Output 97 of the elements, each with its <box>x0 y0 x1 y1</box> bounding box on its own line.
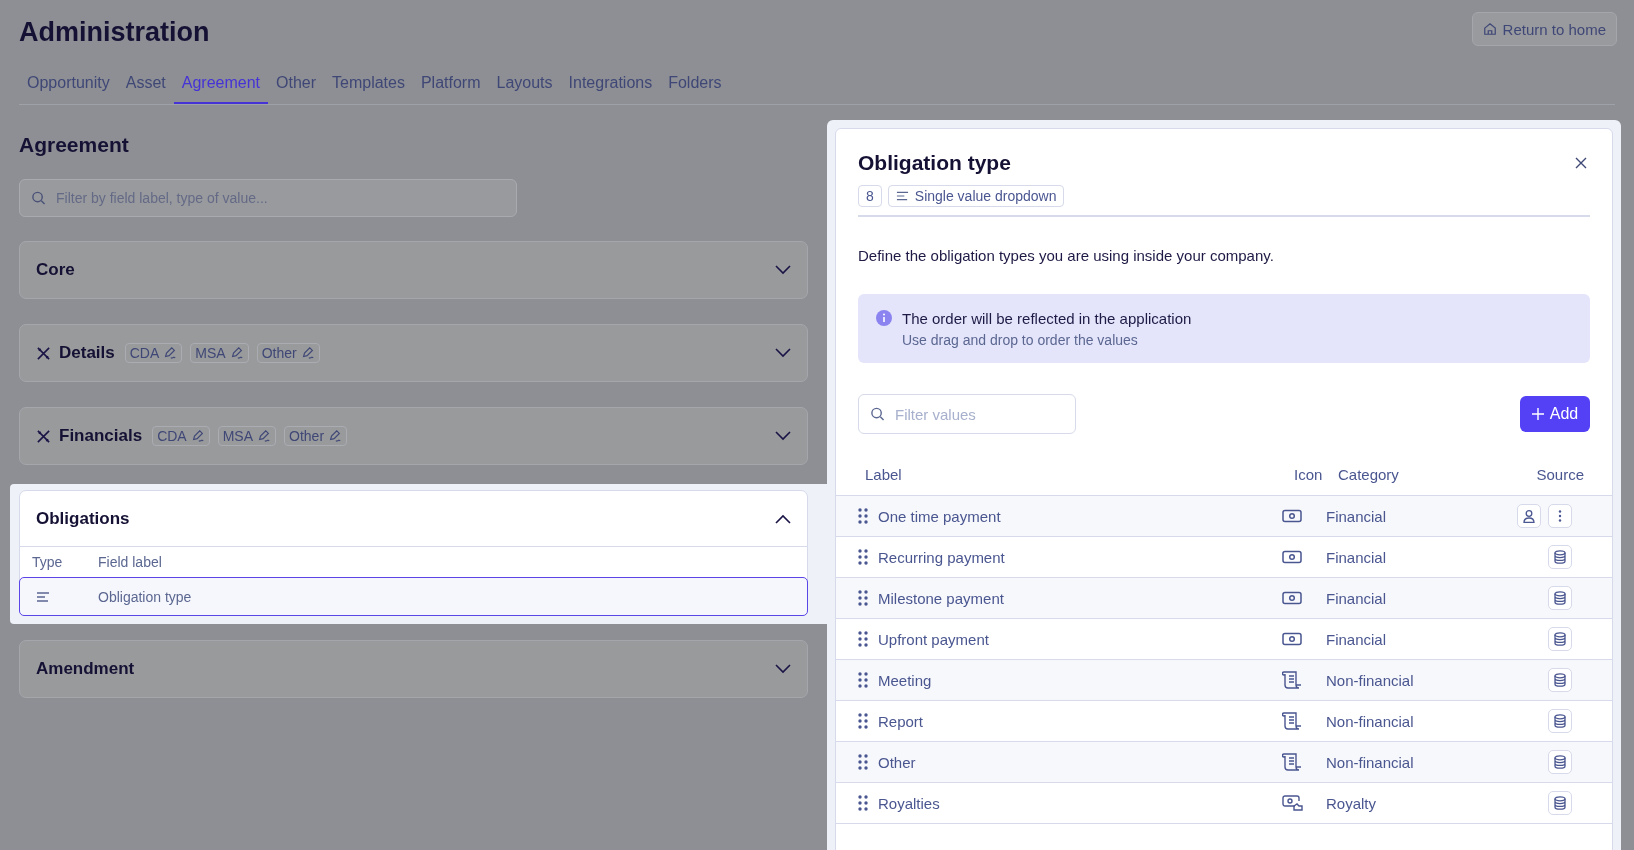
database-icon <box>1553 550 1567 564</box>
value-label: Meeting <box>878 671 932 689</box>
list-icon <box>895 191 909 201</box>
user-icon <box>1522 509 1536 523</box>
drag-handle-icon[interactable] <box>858 672 868 688</box>
section-card[interactable]: Core <box>19 241 808 299</box>
column-header: Label <box>864 465 903 483</box>
value-label: Other <box>878 753 916 771</box>
table-row[interactable]: Royalties Royalty <box>836 783 1612 824</box>
section-heading: Core <box>36 260 75 280</box>
column-header: Source <box>1535 465 1585 483</box>
section-card[interactable]: Amendment <box>19 640 808 698</box>
banknote-icon <box>1282 591 1302 605</box>
table-row[interactable]: Other Non-financial <box>836 742 1612 783</box>
contract-tag: Other <box>256 343 320 363</box>
column-header: Category <box>1338 465 1400 483</box>
value-label: Report <box>878 712 924 730</box>
value-label: Milestone payment <box>878 589 1004 607</box>
database-icon <box>1553 714 1567 728</box>
type-chip: Single value dropdown <box>887 185 1065 207</box>
signature-icon <box>229 346 244 360</box>
count-badge: 8 <box>858 185 882 207</box>
banknote-icon <box>1282 632 1302 646</box>
plus-icon <box>1531 408 1544 420</box>
field-label: Obligation type <box>98 588 192 605</box>
page-title: Administration <box>19 16 210 48</box>
category-text: Financial <box>1326 548 1388 566</box>
scroll-icon <box>1282 753 1302 771</box>
drag-handle-icon[interactable] <box>858 754 868 770</box>
signature-icon <box>190 429 205 443</box>
add-button[interactable]: Add <box>1520 396 1590 432</box>
more-menu-button[interactable] <box>1548 504 1572 528</box>
column-header: Field label <box>98 554 162 570</box>
section-heading: Details <box>59 343 115 363</box>
contract-tag: MSA <box>190 343 249 363</box>
category-text: Non-financial <box>1326 712 1415 730</box>
category-text: Royalty <box>1326 794 1378 812</box>
database-icon <box>1553 591 1567 605</box>
category-text: Financial <box>1326 589 1388 607</box>
drag-handle-icon[interactable] <box>858 549 868 565</box>
section-card[interactable]: Financials CDA MSA Other <box>19 407 808 465</box>
category-text: Non-financial <box>1326 753 1415 771</box>
signature-icon <box>257 429 272 443</box>
chevron-down-icon[interactable] <box>775 431 791 441</box>
database-icon <box>1553 632 1567 646</box>
section-title: Agreement <box>19 133 130 157</box>
banknote-icon <box>1282 509 1302 523</box>
chevron-down-icon[interactable] <box>775 265 791 275</box>
chevron-down-icon[interactable] <box>775 348 791 358</box>
value-label: Upfront payment <box>878 630 989 648</box>
contract-tag: CDA <box>152 426 210 446</box>
banknote-hand-icon <box>1282 795 1304 811</box>
more-icon <box>1558 510 1562 522</box>
filter-field[interactable]: Filter values <box>858 394 1076 434</box>
value-label: Royalties <box>878 794 940 812</box>
contract-tag: Other <box>284 426 348 446</box>
drag-handle-icon[interactable] <box>858 590 868 606</box>
drag-handle-icon[interactable] <box>858 631 868 647</box>
close-icon[interactable] <box>1575 157 1587 169</box>
column-header: Icon <box>1294 465 1324 483</box>
chevron-up-icon[interactable] <box>775 513 791 524</box>
signature-icon <box>328 429 343 443</box>
panel-description: Define the obligation types you are using inside your company. <box>858 247 1275 264</box>
home-icon <box>1482 22 1497 36</box>
table-row[interactable]: Meeting Non-financial <box>836 660 1612 701</box>
value-label: Recurring payment <box>878 548 1005 566</box>
table-row[interactable]: Milestone payment Financial <box>836 578 1612 619</box>
database-icon <box>1553 673 1567 687</box>
category-text: Non-financial <box>1326 671 1415 689</box>
database-icon <box>1553 755 1567 769</box>
column-header: Type <box>31 554 64 570</box>
table-row[interactable]: One time payment Financial <box>836 496 1612 537</box>
banknote-icon <box>1282 550 1302 564</box>
panel-title: Obligation type <box>858 151 1011 175</box>
value-label: One time payment <box>878 507 1001 525</box>
info-text: Use drag and drop to order the values <box>902 332 1139 348</box>
scroll-icon <box>1282 712 1302 730</box>
list-icon <box>36 591 50 602</box>
chevron-down-icon[interactable] <box>775 664 791 674</box>
drag-handle-icon[interactable] <box>858 795 868 811</box>
info-title: The order will be reflected in the application <box>902 310 1192 327</box>
section-heading: Financials <box>59 426 143 446</box>
drag-handle-icon[interactable] <box>858 713 868 729</box>
category-text: Financial <box>1326 507 1388 525</box>
section-card[interactable]: Details CDA MSA Other <box>19 324 808 382</box>
info-icon <box>876 310 892 326</box>
contract-tag: CDA <box>124 343 183 363</box>
section-heading: Obligations <box>36 508 130 529</box>
contract-tag: MSA <box>217 426 277 446</box>
database-icon <box>1553 796 1567 810</box>
signature-icon <box>163 346 178 360</box>
scroll-icon <box>1282 671 1302 689</box>
section-heading: Amendment <box>36 659 135 679</box>
drag-handle-icon[interactable] <box>858 508 868 524</box>
field-row[interactable]: Obligation type <box>19 577 808 616</box>
signature-icon <box>300 346 315 360</box>
category-text: Financial <box>1326 630 1388 648</box>
